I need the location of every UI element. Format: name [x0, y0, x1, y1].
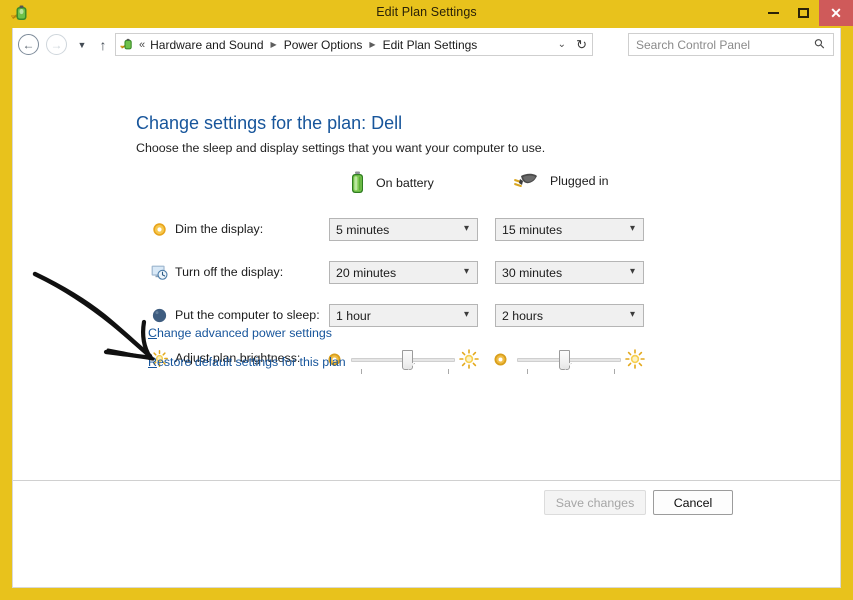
setting-row-brightness: Adjust plan brightness: — [13, 345, 840, 375]
cancel-label: Cancel — [673, 495, 713, 510]
page-title: Change settings for the plan: Dell — [136, 113, 403, 133]
combo-value: 5 minutes — [336, 222, 390, 237]
navigation-bar: ← → ▼ ↑ « Hardware and Sound ▶ Power Opt… — [13, 28, 840, 61]
chevron-right-icon[interactable]: ▶ — [271, 40, 277, 49]
maximize-icon — [797, 8, 809, 18]
column-label-plugged-in: Plugged in — [550, 174, 609, 188]
chevron-down-icon: ▾ — [463, 266, 469, 277]
chevron-right-icon[interactable]: ▶ — [369, 40, 375, 49]
breadcrumb-power-options[interactable]: Power Options — [284, 38, 363, 52]
back-button[interactable]: ← — [18, 34, 39, 55]
slider-thumb[interactable] — [402, 350, 414, 370]
sleep-moon-icon — [152, 308, 167, 323]
minimize-icon — [767, 12, 779, 14]
breadcrumb-overflow-icon[interactable]: « — [139, 39, 145, 51]
cancel-button[interactable]: Cancel — [653, 490, 733, 515]
dim-display-icon — [153, 223, 166, 236]
setting-label-turn-off-display: Turn off the display: — [175, 265, 284, 279]
title-bar: Edit Plan Settings ✕ — [0, 0, 853, 28]
page-subtitle: Choose the sleep and display settings th… — [136, 141, 546, 155]
search-icon[interactable]: ⚲ — [811, 35, 829, 53]
combo-turn-off-display-on-battery[interactable]: 20 minutes ▾ — [329, 261, 478, 284]
breadcrumb-edit-plan-settings: Edit Plan Settings — [382, 37, 478, 52]
page-content: Change settings for the plan: Dell Choos… — [13, 61, 840, 586]
slider-tick — [448, 369, 449, 374]
combo-value: 1 hour — [336, 308, 371, 323]
minimize-button[interactable] — [759, 0, 787, 26]
slider-tick — [527, 369, 528, 374]
slider-tick — [361, 369, 362, 374]
combo-sleep-on-battery[interactable]: 1 hour ▾ — [329, 304, 478, 327]
setting-row-dim-display: Dim the display: 5 minutes ▾ 15 minutes … — [13, 216, 840, 246]
power-options-icon — [120, 38, 132, 49]
combo-turn-off-display-plugged-in[interactable]: 30 minutes ▾ — [495, 261, 644, 284]
column-header-plugged-in: Plugged in — [511, 171, 609, 191]
setting-label-sleep: Put the computer to sleep: — [175, 308, 320, 322]
monitor-clock-icon — [151, 265, 168, 280]
search-box[interactable]: ⚲ — [628, 33, 834, 56]
link-text: estore default settings for this plan — [156, 355, 346, 369]
maximize-button[interactable] — [789, 0, 817, 26]
refresh-icon[interactable]: ↻ — [576, 34, 587, 55]
combo-value: 20 minutes — [336, 265, 397, 280]
combo-value: 2 hours — [502, 308, 544, 323]
footer-separator — [13, 480, 840, 481]
chevron-down-icon: ▾ — [629, 309, 635, 320]
close-icon: ✕ — [830, 5, 842, 21]
column-label-on-battery: On battery — [376, 176, 434, 190]
save-changes-label: Save changes — [555, 495, 635, 510]
client-area: ← → ▼ ↑ « Hardware and Sound ▶ Power Opt… — [12, 28, 841, 588]
bright-sun-icon — [459, 349, 479, 369]
link-accelerator: C — [148, 326, 157, 340]
combo-dim-display-on-battery[interactable]: 5 minutes ▾ — [329, 218, 478, 241]
chevron-down-icon: ▾ — [463, 223, 469, 234]
slider-thumb[interactable] — [558, 350, 570, 370]
brightness-slider-plugged-in[interactable] — [493, 345, 645, 375]
link-restore-default-settings[interactable]: Restore default settings for this plan — [148, 355, 346, 369]
window-frame: Edit Plan Settings ✕ ← → ▼ ↑ « Hardware … — [0, 0, 853, 600]
chevron-down-icon: ▾ — [463, 309, 469, 320]
address-dropdown-icon[interactable]: ⌄ — [558, 34, 566, 55]
link-change-advanced-power-settings[interactable]: Change advanced power settings — [148, 326, 332, 340]
battery-icon — [352, 171, 363, 193]
power-plug-icon — [514, 173, 537, 188]
search-input[interactable] — [636, 37, 796, 52]
combo-sleep-plugged-in[interactable]: 2 hours ▾ — [495, 304, 644, 327]
window-title: Edit Plan Settings — [376, 5, 477, 19]
dim-sun-icon — [494, 353, 507, 366]
setting-label-dim-display: Dim the display: — [175, 222, 264, 236]
slider-tick — [614, 369, 615, 374]
chevron-down-icon: ▾ — [629, 223, 635, 234]
save-changes-button[interactable]: Save changes — [544, 490, 646, 515]
back-arrow-icon: ← — [22, 37, 35, 52]
link-accelerator: R — [148, 355, 157, 369]
setting-row-sleep: Put the computer to sleep: 1 hour ▾ 2 ho… — [13, 302, 840, 332]
up-arrow-icon: ↑ — [99, 36, 107, 53]
setting-row-turn-off-display: Turn off the display: 20 minutes ▾ 30 mi… — [13, 259, 840, 289]
recent-locations-button[interactable]: ▼ — [73, 34, 91, 55]
chevron-down-icon: ▾ — [629, 266, 635, 277]
chevron-down-icon: ▼ — [77, 39, 87, 50]
forward-button[interactable]: → — [46, 34, 67, 55]
link-text: hange advanced power settings — [156, 326, 332, 340]
bright-sun-icon — [625, 349, 645, 369]
address-bar[interactable]: « Hardware and Sound ▶ Power Options ▶ E… — [115, 33, 593, 56]
brightness-slider-on-battery[interactable] — [327, 345, 479, 375]
forward-arrow-icon: → — [50, 37, 63, 52]
combo-value: 15 minutes — [502, 222, 563, 237]
close-button[interactable]: ✕ — [819, 0, 853, 26]
combo-value: 30 minutes — [502, 265, 563, 280]
breadcrumb-hardware-and-sound[interactable]: Hardware and Sound — [150, 38, 263, 52]
column-header-on-battery: On battery — [350, 171, 434, 195]
up-button[interactable]: ↑ — [93, 34, 113, 55]
combo-dim-display-plugged-in[interactable]: 15 minutes ▾ — [495, 218, 644, 241]
